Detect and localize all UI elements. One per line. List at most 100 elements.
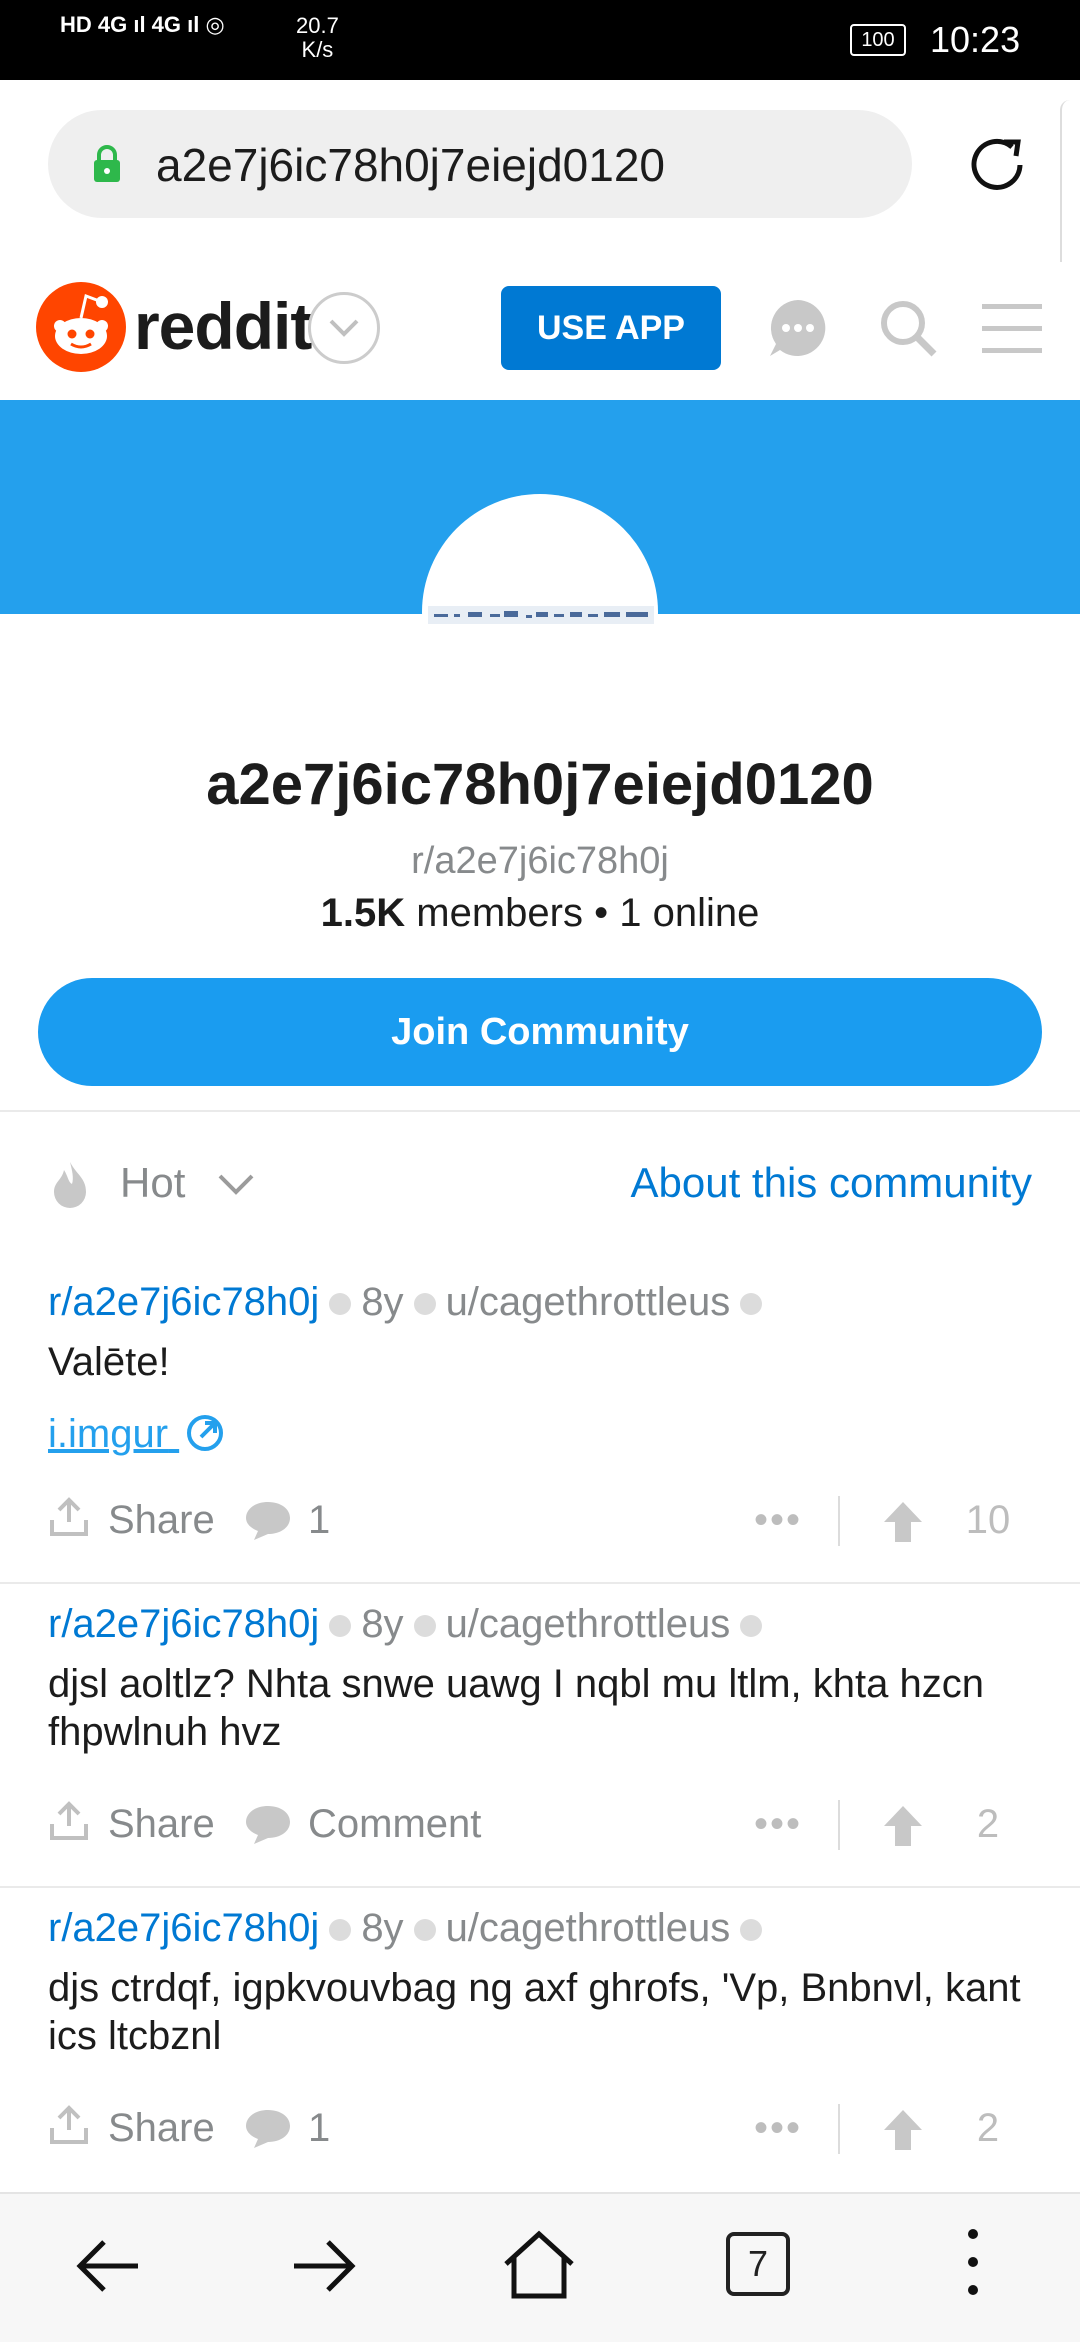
post-title[interactable]: djs ctrdqf, igpkvouvbag ng axf ghrofs, '… [48, 1964, 1048, 2060]
post-subreddit[interactable]: r/a2e7j6ic78h0j [48, 1906, 319, 1950]
post-title[interactable]: Valēte! [48, 1338, 1048, 1386]
forward-icon[interactable] [290, 2234, 358, 2298]
separator-dot [329, 1615, 352, 1638]
separator-dot [740, 1293, 763, 1316]
post-actions: Share Comment ••• 2 [48, 1794, 1038, 1854]
post-meta: r/a2e7j6ic78h0j 8y u/cagethrottleus [48, 1278, 772, 1326]
post-age: 8y [361, 1906, 404, 1950]
tabs-button[interactable]: 7 [726, 2232, 790, 2296]
comment-icon [246, 2110, 290, 2148]
upvote-icon[interactable] [882, 1500, 924, 1544]
comment-count: 1 [308, 1498, 331, 1542]
community-title: a2e7j6ic78h0j7eiejd0120 [206, 752, 874, 817]
separator-dot [740, 1919, 763, 1942]
member-count: 1.5K [320, 891, 406, 935]
share-label: Share [108, 1498, 215, 1542]
share-label: Share [108, 2106, 215, 2150]
flame-icon[interactable] [50, 1160, 90, 1208]
vote-score: 2 [976, 1802, 1000, 1846]
home-icon[interactable] [502, 2230, 576, 2300]
external-link-icon [187, 1415, 224, 1451]
network-speed: 20.7 K/s [296, 13, 339, 62]
lock-icon [94, 145, 120, 182]
share-button[interactable]: Share [48, 1794, 215, 1854]
post-link[interactable]: i.imgur [48, 1410, 225, 1458]
address-bar[interactable]: a2e7j6ic78h0j7eiejd0120 [48, 110, 912, 218]
members-label: members [416, 891, 583, 935]
reddit-logo-icon[interactable] [36, 282, 126, 372]
divider [838, 1800, 840, 1850]
site-header: reddit USE APP [0, 262, 1080, 402]
post-meta: r/a2e7j6ic78h0j 8y u/cagethrottleus [48, 1600, 772, 1648]
post-author[interactable]: u/cagethrottleus [446, 1906, 731, 1950]
share-button[interactable]: Share [48, 1490, 215, 1550]
community-avatar [422, 494, 658, 730]
share-label: Share [108, 1802, 215, 1846]
separator-dot [413, 1919, 436, 1942]
chevron-down-icon [329, 319, 359, 337]
divider [838, 2104, 840, 2154]
sort-dropdown[interactable]: Hot [120, 1158, 185, 1208]
divider [838, 1496, 840, 1546]
comment-label: Comment [308, 1802, 482, 1846]
community-stats: 1.5K members • 1 online [0, 888, 1080, 938]
share-button[interactable]: Share [48, 2098, 215, 2158]
upvote-icon[interactable] [882, 1804, 924, 1848]
reload-icon[interactable] [960, 128, 1034, 202]
search-icon[interactable] [876, 296, 940, 360]
battery-indicator: 100 [850, 24, 906, 56]
status-time: 10:23 [930, 19, 1021, 60]
comment-icon [246, 1806, 290, 1844]
share-icon [50, 1497, 88, 1536]
more-options-button[interactable]: ••• [754, 1498, 802, 1542]
divider [0, 1886, 1080, 1888]
reddit-wordmark[interactable]: reddit [134, 290, 312, 362]
comments-button[interactable]: 1 [244, 2098, 330, 2158]
separator-dot [329, 1919, 352, 1942]
online-count: • 1 online [594, 891, 760, 935]
chat-icon[interactable] [766, 296, 830, 360]
more-options-button[interactable]: ••• [754, 2106, 802, 2150]
divider [0, 1582, 1080, 1584]
upvote-icon[interactable] [882, 2108, 924, 2152]
avatar-image [428, 606, 654, 624]
chevron-down-icon[interactable] [216, 1168, 256, 1198]
status-bar: HD 4G ıl 4G ıl ◎ 20.7 K/s 100 10:23 [0, 0, 1080, 80]
post-age: 8y [361, 1280, 404, 1324]
browser-bottom-nav: 7 [0, 2192, 1080, 2342]
about-community-link[interactable]: About this community [620, 1158, 1032, 1208]
post-subreddit[interactable]: r/a2e7j6ic78h0j [48, 1280, 319, 1324]
comments-button[interactable]: Comment [244, 1794, 481, 1854]
post-link-text[interactable]: i.imgur [48, 1412, 168, 1456]
url-text[interactable]: a2e7j6ic78h0j7eiejd0120 [156, 140, 665, 190]
comment-count: 1 [308, 2106, 331, 2150]
post-author[interactable]: u/cagethrottleus [446, 1280, 731, 1324]
separator-dot [329, 1293, 352, 1316]
comment-icon [246, 1502, 290, 1540]
vote-score: 2 [976, 2106, 1000, 2150]
community-handle: r/a2e7j6ic78h0j [411, 840, 669, 882]
join-community-button[interactable]: Join Community [38, 978, 1042, 1086]
post-subreddit[interactable]: r/a2e7j6ic78h0j [48, 1602, 319, 1646]
separator-dot [413, 1293, 436, 1316]
use-app-button[interactable]: USE APP [501, 286, 721, 370]
community-switcher-button[interactable] [308, 292, 380, 364]
post-age: 8y [361, 1602, 404, 1646]
post-meta: r/a2e7j6ic78h0j 8y u/cagethrottleus [48, 1904, 772, 1952]
separator-dot [740, 1615, 763, 1638]
vote-score: 10 [965, 1498, 1011, 1542]
signal-icons: HD 4G ıl 4G ıl ◎ [60, 12, 225, 37]
post-author[interactable]: u/cagethrottleus [446, 1602, 731, 1646]
divider [0, 1110, 1080, 1112]
separator-dot [413, 1615, 436, 1638]
more-vert-icon[interactable] [958, 2226, 988, 2298]
post-actions: Share 1 ••• 2 [48, 2098, 1038, 2158]
back-icon[interactable] [74, 2234, 142, 2298]
post-actions: Share 1 ••• 10 [48, 1490, 1038, 1550]
share-icon [50, 1801, 88, 1840]
post-title[interactable]: djsl aoltlz? Nhta snwe uawg I nqbl mu lt… [48, 1660, 1048, 1756]
comments-button[interactable]: 1 [244, 1490, 330, 1550]
menu-icon[interactable] [982, 300, 1042, 356]
more-options-button[interactable]: ••• [754, 1802, 802, 1846]
share-icon [50, 2105, 88, 2144]
